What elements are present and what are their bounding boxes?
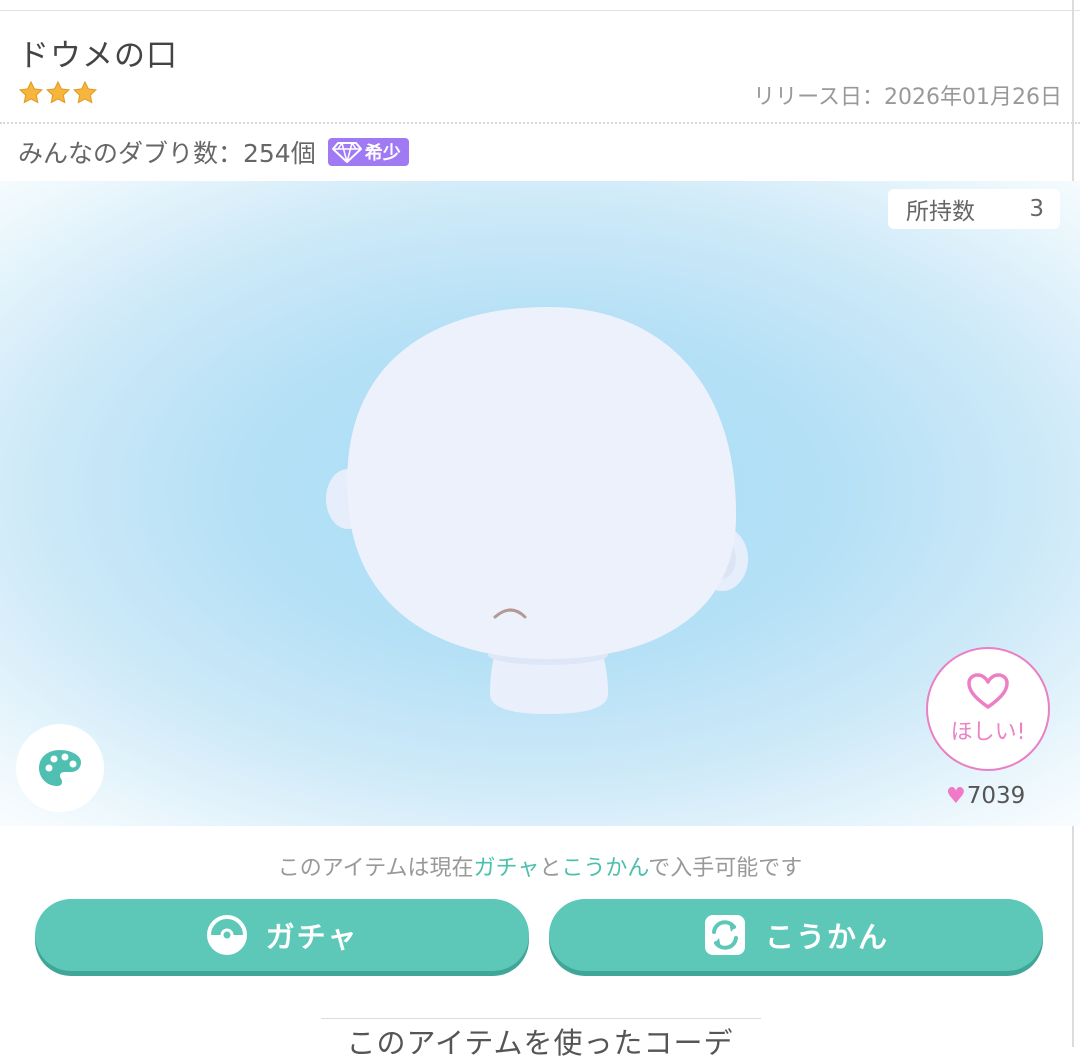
item-preview-stage: 所持数 3 ほしい! ♥ 7039 — [0, 181, 1080, 826]
star-icon — [18, 80, 44, 104]
dotted-divider — [0, 122, 1080, 124]
star-icon — [72, 80, 98, 104]
availability-suffix: で入手可能です — [648, 856, 803, 881]
heart-icon: ♥ — [946, 783, 966, 809]
duplicate-count-row: みんなのダブり数：254個 希少 — [18, 134, 409, 170]
rarity-badge: 希少 — [327, 138, 409, 166]
owned-count-box: 所持数 3 — [888, 189, 1060, 229]
exchange-icon — [704, 915, 745, 955]
top-divider — [0, 10, 1080, 11]
release-date: リリース日：2026年01月26日 — [753, 85, 1062, 110]
owned-label: 所持数 — [906, 199, 975, 225]
rarity-stars — [18, 80, 98, 108]
want-button[interactable]: ほしい! — [926, 647, 1050, 771]
color-palette-button[interactable] — [16, 724, 104, 812]
exchange-button[interactable]: こうかん — [549, 899, 1043, 971]
availability-note: このアイテムは現在ガチャとこうかんで入手可能です — [0, 850, 1080, 882]
item-title: ドウメの口 — [18, 38, 178, 74]
availability-exchange-link: こうかん — [561, 856, 649, 881]
heart-outline-icon — [967, 673, 1009, 709]
avatar-preview — [326, 307, 748, 714]
availability-prefix: このアイテムは現在 — [277, 856, 474, 881]
section-divider — [321, 1018, 761, 1019]
star-icon — [45, 80, 71, 104]
like-count: ♥ 7039 — [946, 783, 1025, 809]
exchange-button-label: こうかん — [764, 920, 889, 954]
coordinates-section-title: このアイテムを使ったコーデ — [346, 1026, 734, 1060]
palette-icon — [39, 750, 81, 786]
gacha-capsule-icon — [206, 915, 247, 955]
duplicate-count: みんなのダブり数：254個 — [18, 139, 316, 168]
gacha-button-label: ガチャ — [265, 920, 359, 954]
availability-and: と — [539, 856, 562, 881]
like-count-value: 7039 — [966, 783, 1026, 809]
availability-gacha-link: ガチャ — [473, 856, 540, 881]
diamond-icon — [331, 142, 362, 163]
owned-count: 3 — [1029, 196, 1044, 222]
gacha-button[interactable]: ガチャ — [35, 899, 529, 971]
rarity-badge-label: 希少 — [364, 143, 401, 164]
want-label: ほしい! — [950, 720, 1026, 745]
